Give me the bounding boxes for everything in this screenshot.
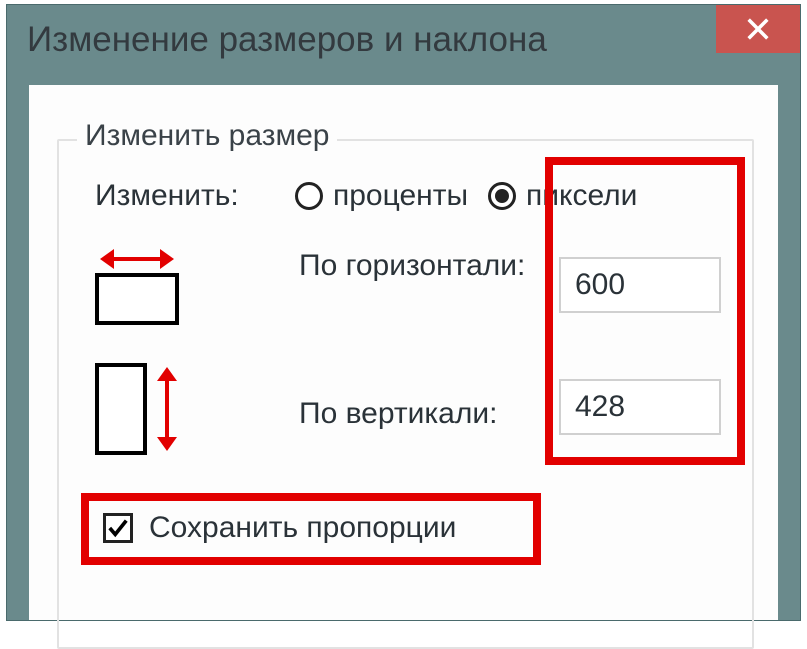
vertical-icon: [95, 363, 177, 455]
titlebar: Изменение размеров и наклона: [7, 5, 800, 75]
arrow-vertical-icon: [157, 369, 177, 449]
checkmark-icon: [107, 517, 129, 539]
radio-percent-label: проценты: [333, 179, 468, 213]
radio-percent-indicator: [295, 182, 323, 210]
resize-group: Изменить размер Изменить: проценты пиксе…: [57, 139, 754, 649]
keep-aspect-row[interactable]: Сохранить пропорции: [93, 501, 474, 555]
group-legend: Изменить размер: [77, 119, 337, 153]
close-icon: [744, 15, 772, 43]
radio-pixels-indicator: [488, 182, 516, 210]
vertical-label: По вертикали:: [299, 397, 497, 431]
radio-pixels[interactable]: пиксели: [488, 179, 637, 213]
radio-percent[interactable]: проценты: [295, 179, 468, 213]
keep-aspect-label: Сохранить пропорции: [149, 511, 456, 545]
arrow-horizontal-icon: [102, 249, 172, 269]
keep-aspect-checkbox[interactable]: [103, 513, 133, 543]
unit-row: Изменить: проценты пиксели: [95, 179, 732, 213]
horizontal-value: 600: [575, 268, 625, 302]
vertical-value: 428: [575, 390, 625, 424]
unit-label: Изменить:: [95, 179, 295, 213]
resize-skew-dialog: Изменение размеров и наклона Изменить ра…: [6, 4, 801, 621]
vertical-input[interactable]: 428: [559, 379, 721, 435]
horizontal-icon: [95, 249, 179, 325]
dialog-body: Изменить размер Изменить: проценты пиксе…: [29, 85, 778, 620]
close-button[interactable]: [716, 5, 800, 53]
radio-pixels-label: пиксели: [526, 179, 637, 213]
horizontal-label: По горизонтали:: [299, 249, 539, 284]
horizontal-rect-icon: [95, 273, 179, 325]
vertical-rect-icon: [95, 363, 147, 455]
window-title: Изменение размеров и наклона: [27, 20, 547, 60]
horizontal-input[interactable]: 600: [559, 257, 721, 313]
